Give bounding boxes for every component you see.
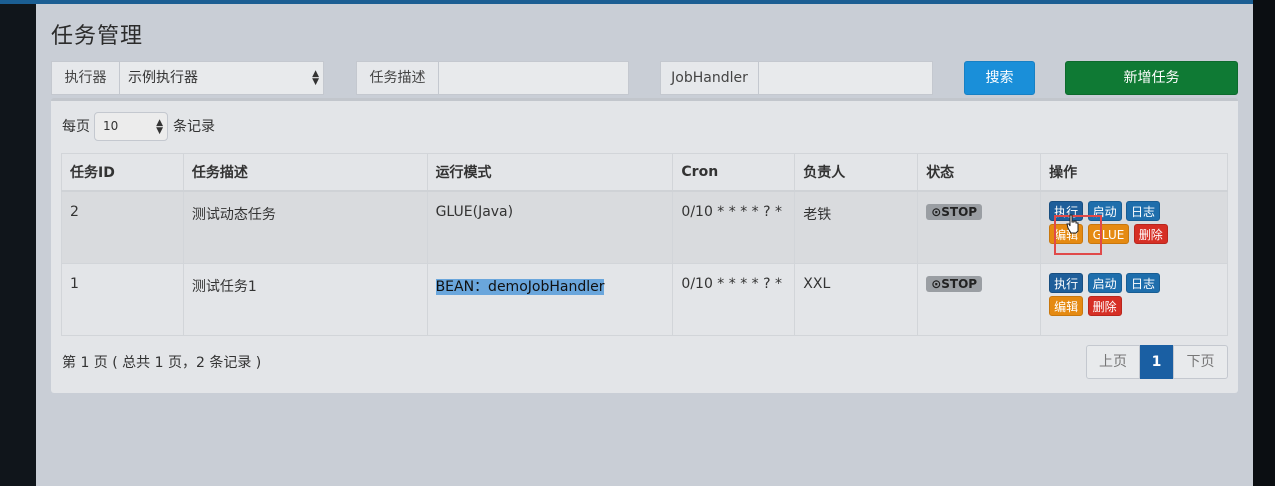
cell-status: ⊙STOP bbox=[917, 190, 1042, 264]
selected-text: BEAN：demoJobHandler bbox=[435, 279, 605, 295]
right-edge bbox=[1253, 0, 1275, 486]
prev-page-button[interactable]: 上页 bbox=[1086, 345, 1140, 379]
next-page-button[interactable]: 下页 bbox=[1173, 345, 1228, 379]
executor-select[interactable]: 示例执行器 ▲ ▼ bbox=[119, 61, 324, 95]
per-page-suffix: 条记录 bbox=[173, 119, 215, 135]
table-row: 1 测试任务1 BEAN：demoJobHandler 0/10 * * * *… bbox=[61, 263, 1228, 336]
cell-mode: GLUE(Java) bbox=[426, 190, 674, 264]
row-actions: 执行 启动 日志 编辑 删除 bbox=[1049, 273, 1219, 319]
desc-input[interactable] bbox=[438, 61, 629, 95]
jobs-table: 任务ID 任务描述 运行模式 Cron 负责人 状态 操作 2 测试动态任务 G… bbox=[61, 153, 1228, 336]
per-page-select[interactable]: 10 ▲ ▼ bbox=[94, 112, 168, 141]
delete-button[interactable]: 删除 bbox=[1133, 223, 1168, 244]
updown-arrow-icon: ▲ ▼ bbox=[156, 118, 163, 136]
desc-label: 任务描述 bbox=[356, 61, 439, 95]
handler-input[interactable] bbox=[758, 61, 933, 95]
cell-status: ⊙STOP bbox=[917, 263, 1042, 336]
paging-summary: 第 1 页 ( 总共 1 页，2 条记录 ) bbox=[62, 355, 262, 371]
cell-owner: 老铁 bbox=[794, 190, 919, 264]
cell-desc: 测试动态任务 bbox=[182, 190, 428, 264]
status-badge: ⊙STOP bbox=[926, 276, 983, 292]
cell-cron: 0/10 * * * * ? * bbox=[672, 190, 796, 264]
left-sidebar-edge bbox=[0, 0, 36, 486]
column-header-cron[interactable]: Cron bbox=[672, 153, 796, 192]
table-row: 2 测试动态任务 GLUE(Java) 0/10 * * * * ? * 老铁 … bbox=[61, 190, 1228, 264]
column-header-owner[interactable]: 负责人 bbox=[794, 153, 919, 192]
current-page-button[interactable]: 1 bbox=[1140, 345, 1173, 379]
column-header-actions: 操作 bbox=[1040, 153, 1228, 192]
updown-arrow-icon: ▲ ▼ bbox=[312, 69, 319, 87]
search-button[interactable]: 搜索 bbox=[964, 61, 1035, 95]
cell-id: 2 bbox=[61, 190, 184, 264]
cell-mode: BEAN：demoJobHandler bbox=[426, 263, 674, 336]
pagination: 上页 1 下页 bbox=[1086, 345, 1228, 379]
log-button[interactable]: 日志 bbox=[1126, 273, 1161, 293]
cell-id: 1 bbox=[61, 263, 184, 336]
column-header-desc[interactable]: 任务描述 bbox=[182, 153, 428, 192]
cell-owner: XXL bbox=[794, 263, 919, 336]
edit-button[interactable]: 编辑 bbox=[1049, 296, 1084, 316]
executor-select-value: 示例执行器 bbox=[128, 70, 198, 86]
execute-button[interactable]: 执行 bbox=[1049, 273, 1084, 293]
status-badge: ⊙STOP bbox=[926, 203, 983, 220]
handler-label: JobHandler bbox=[660, 61, 759, 95]
hand-pointer-icon bbox=[1066, 214, 1079, 234]
page-title: 任务管理 bbox=[51, 24, 144, 49]
cell-desc: 测试任务1 bbox=[182, 263, 428, 336]
column-header-id[interactable]: 任务ID bbox=[61, 153, 184, 192]
handler-filter: JobHandler bbox=[660, 61, 933, 95]
add-task-button[interactable]: 新增任务 bbox=[1065, 61, 1238, 95]
start-button[interactable]: 启动 bbox=[1087, 273, 1122, 293]
delete-button[interactable]: 删除 bbox=[1087, 296, 1122, 316]
cell-actions: 执行 启动 日志 编辑 删除 bbox=[1040, 263, 1228, 336]
per-page-value: 10 bbox=[103, 119, 119, 133]
executor-filter: 执行器 示例执行器 ▲ ▼ bbox=[51, 61, 324, 95]
column-header-mode[interactable]: 运行模式 bbox=[426, 153, 674, 192]
cell-cron: 0/10 * * * * ? * bbox=[672, 263, 796, 336]
desc-filter: 任务描述 bbox=[356, 61, 629, 95]
executor-label: 执行器 bbox=[51, 61, 120, 95]
log-button[interactable]: 日志 bbox=[1126, 200, 1161, 221]
table-header-row: 任务ID 任务描述 运行模式 Cron 负责人 状态 操作 bbox=[61, 153, 1228, 192]
per-page-label: 每页 bbox=[62, 119, 90, 135]
column-header-status[interactable]: 状态 bbox=[917, 153, 1042, 192]
